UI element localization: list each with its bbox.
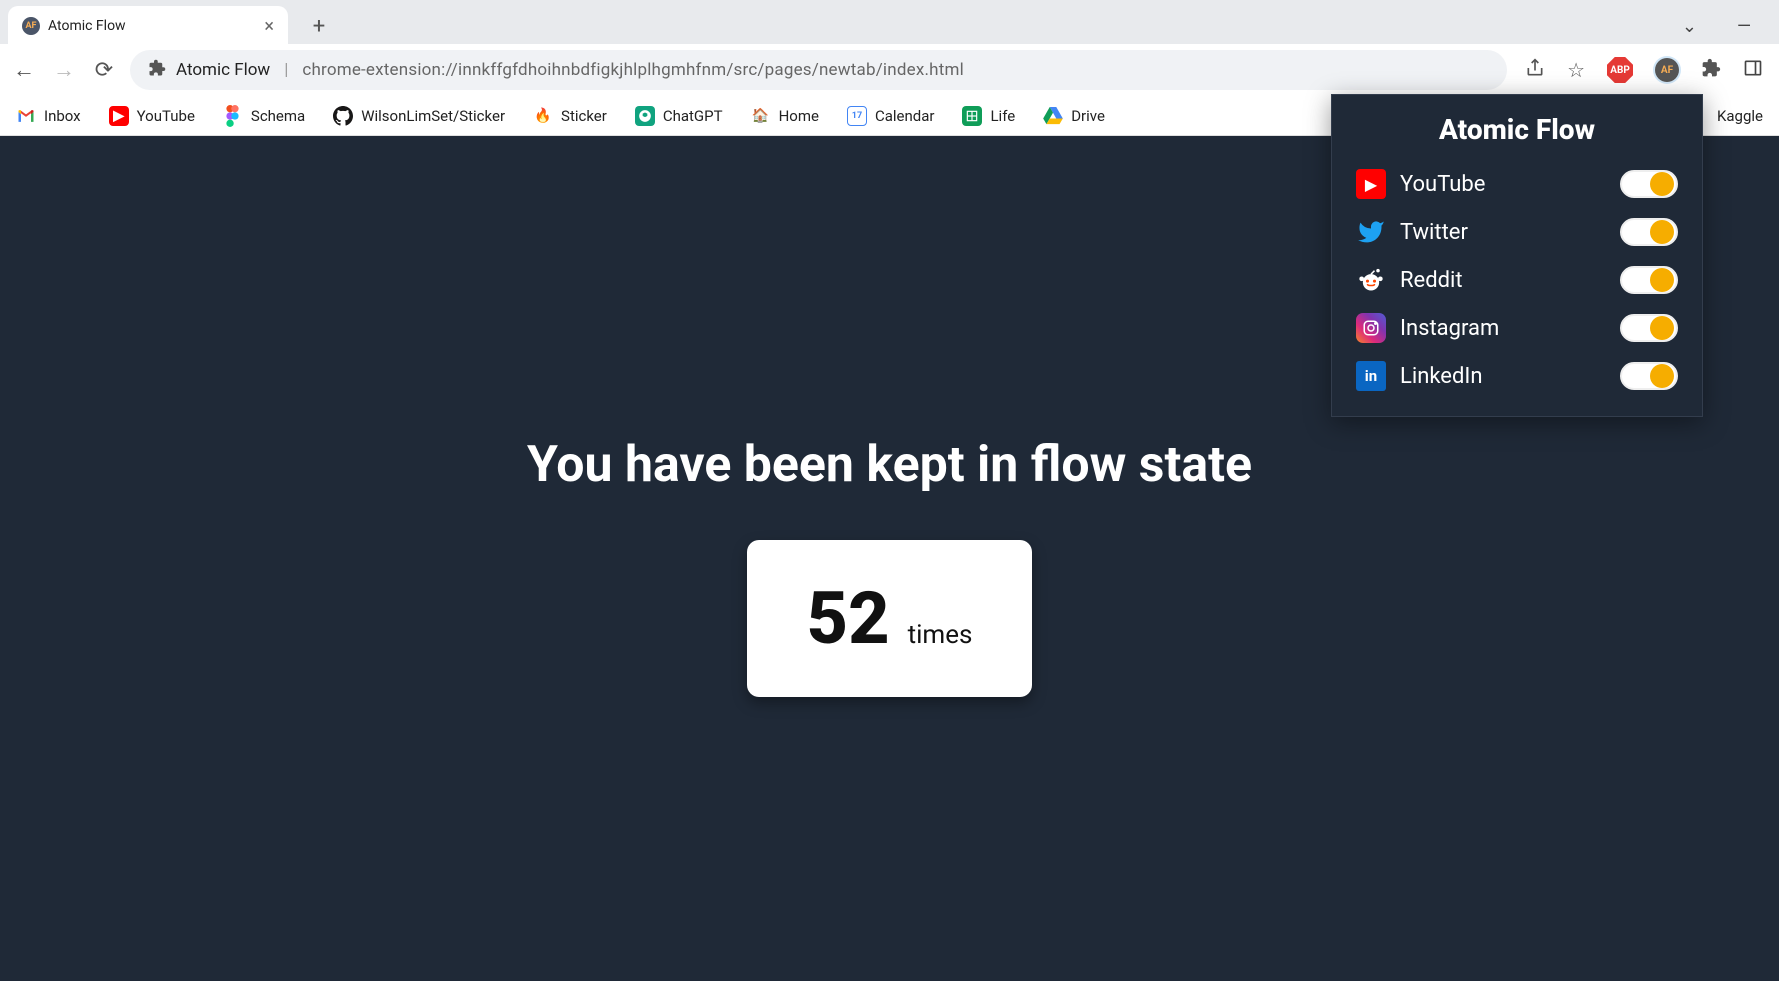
github-icon [333,106,353,126]
toolbar-actions: ☆ ABP AF [1519,57,1769,83]
bookmark-label: Schema [251,107,305,125]
bookmark-schema[interactable]: Schema [217,102,311,130]
calendar-icon: 17 [847,106,867,126]
abp-extension-icon[interactable]: ABP [1607,57,1633,83]
toggle-youtube[interactable] [1620,170,1678,198]
toggle-twitter[interactable] [1620,218,1678,246]
bookmark-life[interactable]: Life [956,102,1021,130]
bookmark-calendar[interactable]: 17 Calendar [841,102,941,130]
share-icon[interactable] [1525,58,1545,83]
omnibox[interactable]: Atomic Flow | chrome-extension://innkffg… [130,50,1507,90]
bookmark-home[interactable]: 🏠 Home [745,102,825,130]
page-heading: You have been kept in flow state [527,436,1252,494]
minimize-icon[interactable]: — [1737,16,1751,37]
omnibox-url: chrome-extension://innkffgfdhoihnbdfigkj… [302,60,964,80]
site-label: Reddit [1400,268,1606,293]
reddit-icon [1356,265,1386,295]
bookmark-drive[interactable]: Drive [1037,102,1111,130]
toolbar: ← → ⟳ Atomic Flow | chrome-extension://i… [0,44,1779,96]
bookmark-youtube[interactable]: ▶ YouTube [103,102,201,130]
back-button[interactable]: ← [10,56,38,84]
tab-favicon: AF [22,17,40,35]
popup-title: Atomic Flow [1356,113,1678,146]
home-icon: 🏠 [751,106,771,126]
bookmark-label: Calendar [875,107,935,125]
bookmark-label: Life [990,107,1015,125]
youtube-icon: ▶ [1356,169,1386,199]
figma-icon [223,106,243,126]
gmail-icon [16,106,36,126]
bookmark-sticker[interactable]: 🔥 Sticker [527,102,613,130]
bookmark-label: WilsonLimSet/Sticker [361,107,505,125]
bookmark-label: Inbox [44,107,81,125]
toggle-reddit[interactable] [1620,266,1678,294]
site-label: YouTube [1400,172,1606,197]
site-row-reddit: Reddit [1356,256,1678,304]
site-row-twitter: Twitter [1356,208,1678,256]
browser-tab[interactable]: AF Atomic Flow × [8,6,288,46]
window-controls: ⌄ — [1682,16,1779,37]
omnibox-ext-name: Atomic Flow [176,60,270,80]
reload-button[interactable]: ⟳ [90,56,118,84]
fire-icon: 🔥 [533,106,553,126]
flow-count-suffix: times [908,620,973,650]
drive-icon [1043,106,1063,126]
bookmark-github-repo[interactable]: WilsonLimSet/Sticker [327,102,511,130]
bookmark-label: Sticker [561,107,607,125]
bookmark-star-icon[interactable]: ☆ [1567,58,1585,82]
sidepanel-icon[interactable] [1743,58,1763,83]
site-row-youtube: ▶ YouTube [1356,160,1678,208]
bookmark-label: Kaggle [1717,107,1763,125]
site-label: Instagram [1400,316,1606,341]
site-label: Twitter [1400,220,1606,245]
bookmark-chatgpt[interactable]: ChatGPT [629,102,729,130]
bookmark-label: YouTube [137,107,195,125]
atomic-flow-extension-icon[interactable]: AF [1655,58,1679,82]
bookmark-label: Home [779,107,819,125]
youtube-icon: ▶ [109,106,129,126]
extension-icon [148,59,166,82]
omnibox-divider: | [284,60,288,80]
site-row-linkedin: in LinkedIn [1356,352,1678,400]
linkedin-icon: in [1356,361,1386,391]
chatgpt-icon [635,106,655,126]
twitter-icon [1356,217,1386,247]
bookmark-kaggle[interactable]: Kaggle [1711,103,1769,129]
extensions-puzzle-icon[interactable] [1701,58,1721,83]
instagram-icon [1356,313,1386,343]
bookmark-label: Drive [1071,107,1105,125]
site-label: LinkedIn [1400,364,1606,389]
toggle-instagram[interactable] [1620,314,1678,342]
sheets-icon [962,106,982,126]
new-tab-button[interactable]: + [304,11,334,41]
chevron-down-icon[interactable]: ⌄ [1682,16,1697,37]
site-row-instagram: Instagram [1356,304,1678,352]
tab-title: Atomic Flow [48,18,256,34]
bookmark-label: ChatGPT [663,107,723,125]
bookmark-inbox[interactable]: Inbox [10,102,87,130]
flow-count-number: 52 [807,576,890,661]
forward-button[interactable]: → [50,56,78,84]
flow-count-card: 52 times [747,540,1033,697]
toggle-linkedin[interactable] [1620,362,1678,390]
tab-bar: AF Atomic Flow × + ⌄ — [0,0,1779,44]
close-tab-icon[interactable]: × [264,16,274,37]
extension-popup: Atomic Flow ▶ YouTube Twitter Reddit Ins… [1331,94,1703,417]
